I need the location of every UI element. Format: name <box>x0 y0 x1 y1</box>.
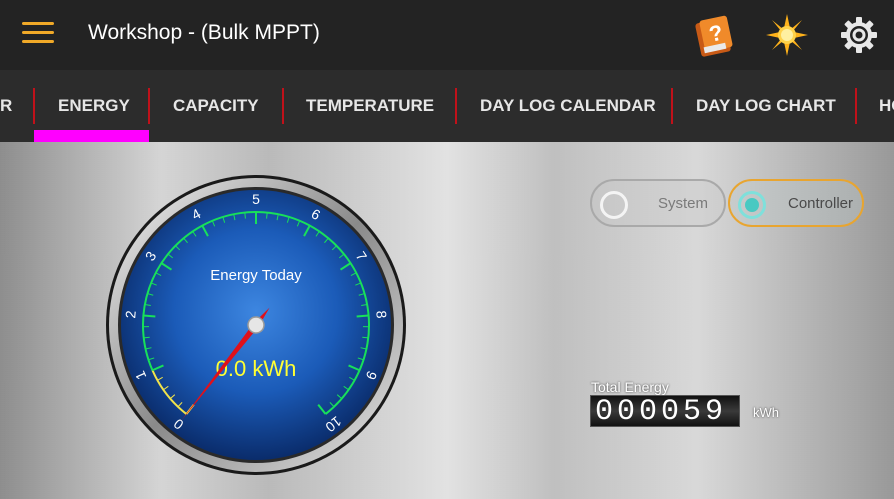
tab-separator <box>855 88 857 124</box>
tab-bar: R ENERGY CAPACITY TEMPERATURE DAY LOG CA… <box>0 70 894 142</box>
gauge-needle-hub <box>247 316 265 334</box>
gauge-tick-label: 8 <box>373 310 390 319</box>
total-energy-unit: kWh <box>753 405 779 420</box>
tab-capacity[interactable]: CAPACITY <box>173 70 259 142</box>
menu-icon[interactable] <box>22 22 56 48</box>
gear-icon[interactable] <box>836 12 882 58</box>
gauge-minor-tick <box>244 212 246 219</box>
tab-separator <box>671 88 673 124</box>
system-label: System <box>658 195 709 212</box>
controller-source-option[interactable]: Controller <box>728 179 864 227</box>
tab-day-log-calendar[interactable]: DAY LOG CALENDAR <box>480 70 656 142</box>
sun-icon[interactable] <box>764 12 810 58</box>
gauge-title: Energy Today <box>210 267 302 284</box>
active-tab-indicator <box>34 130 149 142</box>
gauge-tick-label: 2 <box>122 310 139 319</box>
gauge-minor-tick <box>143 336 150 339</box>
help-book-icon[interactable]: ? <box>692 12 738 58</box>
gauge-minor-tick <box>266 212 268 219</box>
app-bar: Workshop - (Bulk MPPT) ? <box>0 0 894 70</box>
gauge-major-tick <box>143 314 156 318</box>
controller-radio[interactable] <box>738 191 766 219</box>
system-radio[interactable] <box>600 191 628 219</box>
gauge-major-tick <box>356 314 369 318</box>
gauge-minor-tick <box>362 336 369 339</box>
energy-panel: 0 1 2 3 4 5 6 7 8 9 10 Energy Today 0.0 kWh System… <box>0 142 894 499</box>
total-energy-label: Total Energy <box>591 379 669 395</box>
tab-separator <box>33 88 35 124</box>
page-title: Workshop - (Bulk MPPT) <box>88 21 320 44</box>
tab-day-log-chart[interactable]: DAY LOG CHART <box>696 70 836 142</box>
tab-separator <box>282 88 284 124</box>
tab-ho-partial-right[interactable]: HO <box>879 70 894 142</box>
energy-gauge: 012345678910 Energy Today 0.0 kWh <box>106 175 406 475</box>
tab-ho-partial-left[interactable]: R <box>0 70 12 142</box>
gauge-tick-label: 5 <box>252 191 260 207</box>
tab-separator <box>148 88 150 124</box>
controller-label: Controller <box>788 195 854 212</box>
total-energy-odometer: 000059 <box>590 395 740 428</box>
tab-temperature[interactable]: TEMPERATURE <box>306 70 434 142</box>
tab-separator <box>455 88 457 124</box>
system-source-option[interactable]: System <box>590 179 726 227</box>
